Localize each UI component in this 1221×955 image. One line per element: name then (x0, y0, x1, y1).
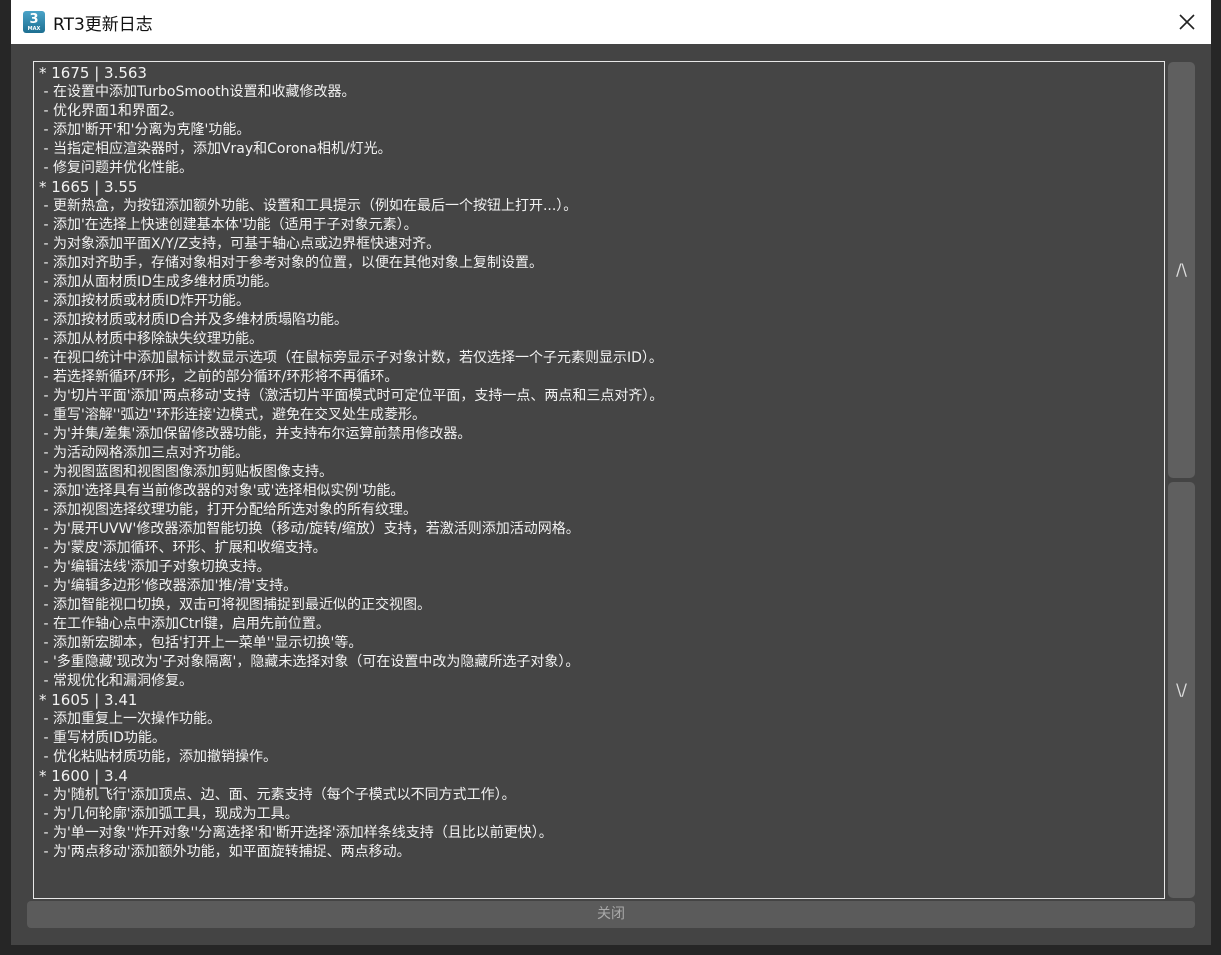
changelog-item: - 优化界面1和界面2。 (39, 103, 183, 119)
changelog-item: - 为对象添加平面X/Y/Z支持，可基于轴心点或边界框快速对齐。 (39, 236, 441, 252)
changelog-dialog: 3 MAX RT3更新日志 * 1675 | 3.563 - 在设置中添加Turb… (11, 0, 1211, 945)
window-title: RT3更新日志 (53, 15, 153, 35)
changelog-item: - 添加'在选择上快速创建基本体'功能（适用于子对象元素）。 (39, 217, 418, 233)
changelog-item: - 添加按材质或材质ID炸开功能。 (39, 293, 250, 309)
scroll-down-label: \/ (1176, 680, 1187, 699)
changelog-item: - 重写材质ID功能。 (39, 730, 166, 746)
changelog-item: - 为'两点移动'添加额外功能，如平面旋转捕捉、两点移动。 (39, 844, 411, 860)
changelog-item: - 为'编辑多边形'修改器添加'推/滑'支持。 (39, 578, 298, 594)
changelog-item: - 为'展开UVW'修改器添加智能切换（移动/旋转/缩放）支持，若激活则添加活动… (39, 521, 580, 537)
changelog-item: - 添加对齐助手，存储对象相对于参考对象的位置，以便在其他对象上复制设置。 (39, 255, 543, 271)
3dsmax-icon: 3 MAX (23, 11, 45, 33)
changelog-item: - 常规优化和漏洞修复。 (39, 673, 193, 689)
changelog-item: - 为视图蓝图和视图图像添加剪贴板图像支持。 (39, 464, 333, 480)
changelog-item: - 为'随机飞行'添加顶点、边、面、元素支持（每个子模式以不同方式工作）。 (39, 787, 516, 803)
version-header: * 1600 | 3.4 (39, 767, 128, 785)
changelog-item: - 添加从材质中移除缺失纹理功能。 (39, 331, 263, 347)
close-button[interactable]: 关闭 (27, 901, 1195, 928)
changelog-lines: * 1675 | 3.563 - 在设置中添加TurboSmooth设置和收藏修… (34, 62, 1164, 862)
changelog-item: - 为'蒙皮'添加循环、环形、扩展和收缩支持。 (39, 540, 327, 556)
changelog-item: - 在设置中添加TurboSmooth设置和收藏修改器。 (39, 84, 356, 100)
changelog-item: - 更新热盒，为按钮添加额外功能、设置和工具提示（例如在最后一个按钮上打开...… (39, 198, 578, 214)
changelog-item: - 在视口统计中添加鼠标计数显示选项（在鼠标旁显示子对象计数，若仅选择一个子元素… (39, 350, 663, 366)
changelog-item: - 重写'溶解''弧边''环形连接'边模式，避免在交叉处生成菱形。 (39, 407, 427, 423)
scroll-up-label: /\ (1176, 260, 1187, 279)
changelog-text-area[interactable]: * 1675 | 3.563 - 在设置中添加TurboSmooth设置和收藏修… (33, 61, 1165, 899)
changelog-item: - 添加'断开'和'分离为克隆'功能。 (39, 122, 251, 138)
version-header: * 1665 | 3.55 (39, 178, 138, 196)
changelog-item: - 为'编辑法线'添加子对象切换支持。 (39, 559, 271, 575)
changelog-item: - 为'切片平面'添加'两点移动'支持（激活切片平面模式时可定位平面，支持一点、… (39, 388, 664, 404)
changelog-item: - 为活动网格添加三点对齐功能。 (39, 445, 249, 461)
close-icon[interactable] (1171, 6, 1203, 38)
changelog-item: - 添加视图选择纹理功能，打开分配给所选对象的所有纹理。 (39, 502, 417, 518)
changelog-item: - 为'几何轮廓'添加弧工具，现成为工具。 (39, 806, 299, 822)
version-header: * 1675 | 3.563 (39, 64, 147, 82)
title-bar: 3 MAX RT3更新日志 (11, 0, 1211, 44)
scroll-up-button[interactable]: /\ (1168, 62, 1195, 478)
changelog-item: - '多重隐藏'现改为'子对象隔离'，隐藏未选择对象（可在设置中改为隐藏所选子对… (39, 654, 580, 670)
changelog-item: - 若选择新循环/环形，之前的部分循环/环形将不再循环。 (39, 369, 399, 385)
changelog-item: - 为'单一对象''炸开对象''分离选择'和'断开选择'添加样条线支持（且比以前… (39, 825, 553, 841)
changelog-item: - 优化粘贴材质功能，添加撤销操作。 (39, 749, 277, 765)
version-header: * 1605 | 3.41 (39, 691, 138, 709)
changelog-item: - 在工作轴心点中添加Ctrl键，启用先前位置。 (39, 616, 330, 632)
changelog-item: - 添加智能视口切换，双击可将视图捕捉到最近似的正交视图。 (39, 597, 431, 613)
changelog-item: - 当指定相应渲染器时，添加Vray和Corona相机/灯光。 (39, 141, 392, 157)
changelog-item: - 添加'选择具有当前修改器的对象'或'选择相似实例'功能。 (39, 483, 405, 499)
changelog-item: - 修复问题并优化性能。 (39, 160, 193, 176)
changelog-item: - 添加从面材质ID生成多维材质功能。 (39, 274, 278, 290)
changelog-item: - 为'并集/差集'添加保留修改器功能，并支持布尔运算前禁用修改器。 (39, 426, 472, 442)
changelog-item: - 添加新宏脚本，包括'打开上一菜单''显示切换'等。 (39, 635, 363, 651)
scroll-down-button[interactable]: \/ (1168, 482, 1195, 898)
changelog-item: - 添加重复上一次操作功能。 (39, 711, 221, 727)
changelog-item: - 添加按材质或材质ID合并及多维材质塌陷功能。 (39, 312, 348, 328)
